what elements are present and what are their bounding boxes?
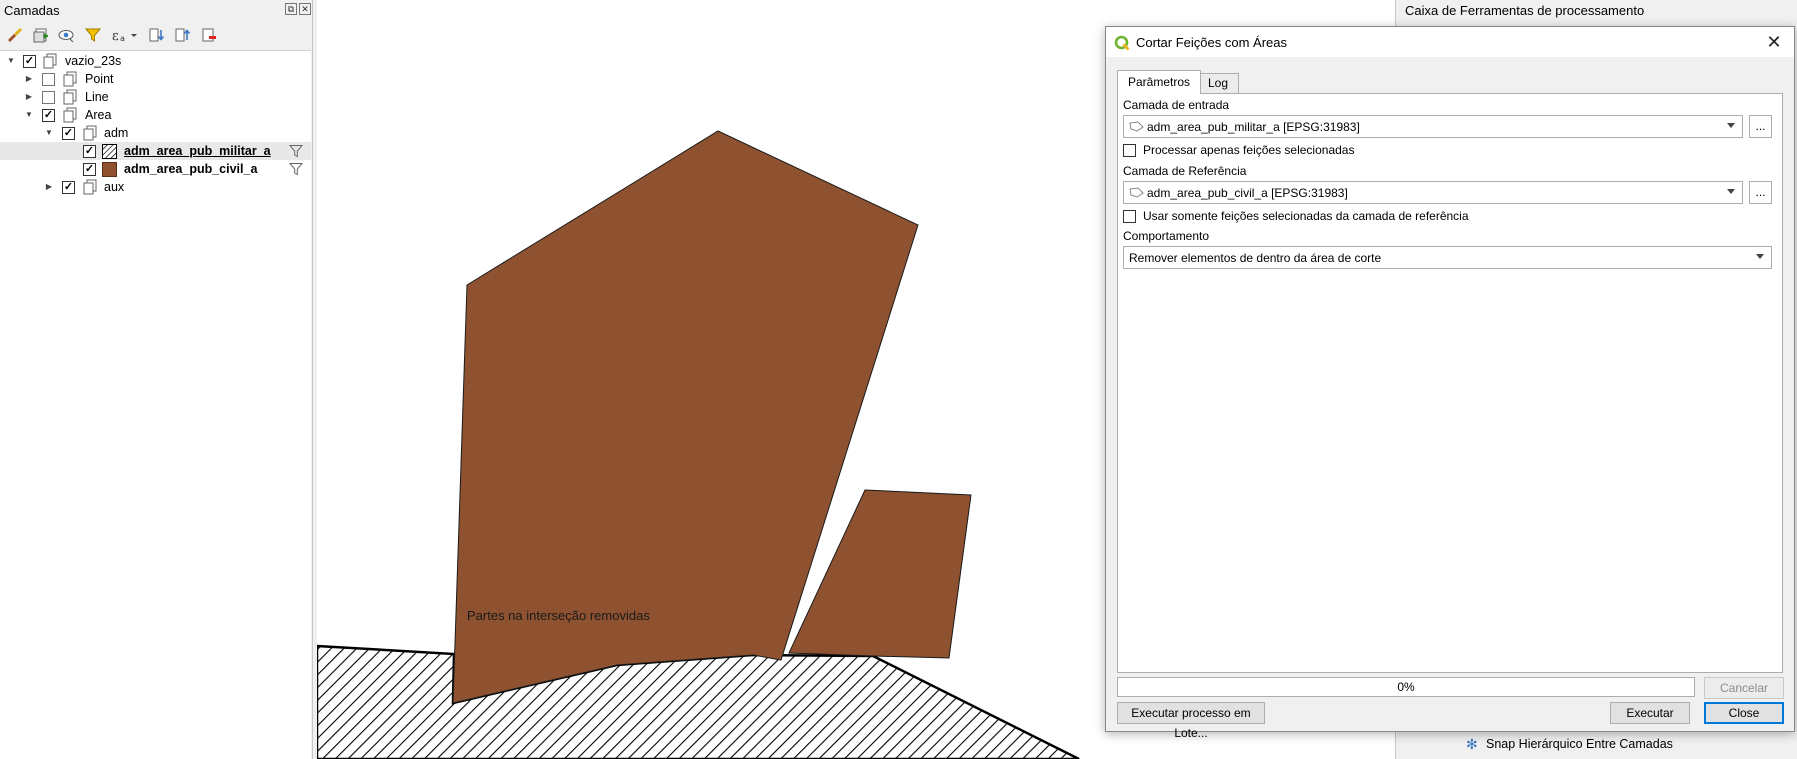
only-selected-ref-checkbox[interactable] — [1123, 209, 1136, 223]
tree-label: adm — [104, 126, 129, 140]
group-icon — [43, 53, 57, 69]
dialog-title: Cortar Feições com Áreas — [1136, 35, 1287, 50]
reference-layer-value: adm_area_pub_civil_a [EPSG:31983] — [1147, 185, 1348, 200]
polygon-layer-icon — [1129, 121, 1144, 132]
layer-checkbox[interactable]: ✓ — [62, 180, 75, 194]
toolbox-title: Caixa de Ferramentas de processamento — [1405, 3, 1645, 18]
layer-checkbox[interactable]: ✓ — [83, 162, 96, 176]
add-group-icon[interactable] — [32, 26, 50, 44]
behavior-label: Comportamento — [1123, 229, 1210, 243]
expand-all-icon[interactable] — [148, 26, 166, 44]
remove-layer-icon[interactable] — [200, 26, 218, 44]
tree-label: adm_area_pub_militar_a — [124, 144, 271, 158]
reference-layer-browse-button[interactable]: ... — [1749, 181, 1772, 204]
only-selected-ref-label: Usar somente feições selecionadas da cam… — [1143, 209, 1469, 223]
tab-parameters[interactable]: Parâmetros — [1117, 70, 1202, 94]
input-layer-label: Camada de entrada — [1123, 98, 1230, 112]
map-annotation-label: Partes na interseção removidas — [467, 608, 650, 623]
expand-arrow-icon[interactable]: ▶ — [24, 74, 34, 84]
input-layer-combo[interactable]: adm_area_pub_militar_a [EPSG:31983] — [1123, 115, 1743, 138]
collapse-arrow-icon[interactable]: ▼ — [44, 128, 54, 138]
reference-layer-label: Camada de Referência — [1123, 164, 1247, 178]
filter-icon[interactable] — [289, 162, 303, 176]
toolbox-item-label: Snap Hierárquico Entre Camadas — [1486, 737, 1673, 751]
layers-toolbar: εa — [0, 21, 312, 49]
hatch-symbol-icon — [102, 143, 117, 159]
float-panel-icon[interactable]: ⧉ — [285, 3, 297, 15]
run-batch-button[interactable]: Executar processo em Lote... — [1117, 702, 1265, 740]
only-selected-label: Processar apenas feições selecionadas — [1143, 143, 1355, 157]
chevron-down-icon — [1756, 254, 1764, 259]
input-layer-browse-button[interactable]: ... — [1749, 115, 1772, 138]
layer-checkbox[interactable] — [42, 90, 55, 104]
tree-label: vazio_23s — [65, 54, 122, 68]
tab-log[interactable]: Log — [1197, 73, 1240, 93]
only-selected-ref-option[interactable]: Usar somente feições selecionadas da cam… — [1123, 209, 1469, 223]
qgis-logo-icon — [1114, 35, 1130, 51]
expression-filter-icon[interactable]: εa — [110, 26, 140, 44]
collapse-arrow-icon[interactable]: ▼ — [6, 56, 16, 66]
expand-arrow-icon[interactable]: ▶ — [44, 182, 54, 192]
only-selected-checkbox[interactable] — [1123, 143, 1136, 157]
gear-icon: ✻ — [1466, 736, 1478, 752]
group-icon — [63, 89, 77, 105]
clip-features-dialog: Cortar Feições com Áreas ✕ Parâmetros Lo… — [1105, 26, 1795, 740]
svg-text:a: a — [120, 34, 125, 43]
run-button[interactable]: Executar — [1610, 702, 1690, 724]
cancel-button[interactable]: Cancelar — [1704, 677, 1784, 699]
only-selected-option[interactable]: Processar apenas feições selecionadas — [1123, 143, 1354, 157]
expand-arrow-icon[interactable]: ▶ — [24, 92, 34, 102]
tree-row-point[interactable]: ▶ Point — [0, 70, 311, 88]
hatched-area-polygon — [317, 644, 1080, 759]
chevron-down-icon — [1727, 123, 1735, 128]
tree-row-adm-area-pub-civil-a[interactable]: ✓ adm_area_pub_civil_a — [0, 160, 311, 178]
brown-fill-symbol-icon — [102, 161, 117, 177]
layers-panel: Camadas ⧉ ✕ εa ▼ ✓ vazio_23s ▶ Point ▶ L… — [0, 0, 313, 759]
parameters-panel: Camada de entrada adm_area_pub_militar_a… — [1117, 93, 1783, 673]
tree-row-adm[interactable]: ▼ ✓ adm — [0, 124, 311, 142]
tree-row-line[interactable]: ▶ Line — [0, 88, 311, 106]
tree-label: Point — [85, 72, 114, 86]
tree-row-area[interactable]: ▼ ✓ Area — [0, 106, 311, 124]
group-icon — [63, 107, 77, 123]
tree-label: adm_area_pub_civil_a — [124, 162, 258, 176]
filter-icon[interactable] — [289, 144, 303, 158]
progress-bar: 0% — [1117, 677, 1695, 697]
layer-checkbox[interactable]: ✓ — [23, 54, 36, 68]
group-icon — [63, 71, 77, 87]
progress-text: 0% — [1397, 680, 1415, 694]
close-icon[interactable]: ✕ — [1764, 32, 1784, 52]
group-icon — [83, 179, 97, 195]
close-panel-icon[interactable]: ✕ — [299, 3, 311, 15]
svg-text:ε: ε — [112, 29, 119, 43]
collapse-arrow-icon[interactable]: ▼ — [24, 110, 34, 120]
tree-label: Line — [85, 90, 109, 104]
behavior-value: Remover elementos de dentro da área de c… — [1129, 250, 1382, 265]
visibility-eye-icon[interactable] — [58, 26, 76, 44]
chevron-down-icon — [1727, 189, 1735, 194]
tree-row-aux[interactable]: ▶ ✓ aux — [0, 178, 311, 196]
tree-row-vazio-23s[interactable]: ▼ ✓ vazio_23s — [0, 52, 311, 70]
collapse-all-icon[interactable] — [174, 26, 192, 44]
input-layer-value: adm_area_pub_militar_a [EPSG:31983] — [1147, 119, 1360, 134]
toolbox-algorithm-item[interactable]: ✻ Snap Hierárquico Entre Camadas — [1466, 737, 1673, 751]
style-brush-icon[interactable] — [6, 26, 24, 44]
layer-checkbox[interactable]: ✓ — [42, 108, 55, 122]
layer-checkbox[interactable] — [42, 72, 55, 86]
layer-tree: ▼ ✓ vazio_23s ▶ Point ▶ Line ▼ ✓ Area ▼ … — [0, 50, 311, 759]
tree-label: Area — [85, 108, 112, 122]
reference-layer-combo[interactable]: adm_area_pub_civil_a [EPSG:31983] — [1123, 181, 1743, 204]
tree-row-adm-area-pub-militar-a[interactable]: ✓ adm_area_pub_militar_a — [0, 142, 311, 160]
group-icon — [83, 125, 97, 141]
filter-legend-icon[interactable] — [84, 26, 102, 44]
layer-checkbox[interactable]: ✓ — [62, 126, 75, 140]
dialog-titlebar[interactable]: Cortar Feições com Áreas ✕ — [1106, 27, 1794, 57]
polygon-layer-icon — [1129, 187, 1144, 198]
close-button[interactable]: Close — [1704, 702, 1784, 724]
tree-label: aux — [104, 180, 125, 194]
behavior-combo[interactable]: Remover elementos de dentro da área de c… — [1123, 246, 1772, 269]
layers-panel-title: Camadas — [4, 3, 60, 18]
layer-checkbox[interactable]: ✓ — [83, 144, 96, 158]
